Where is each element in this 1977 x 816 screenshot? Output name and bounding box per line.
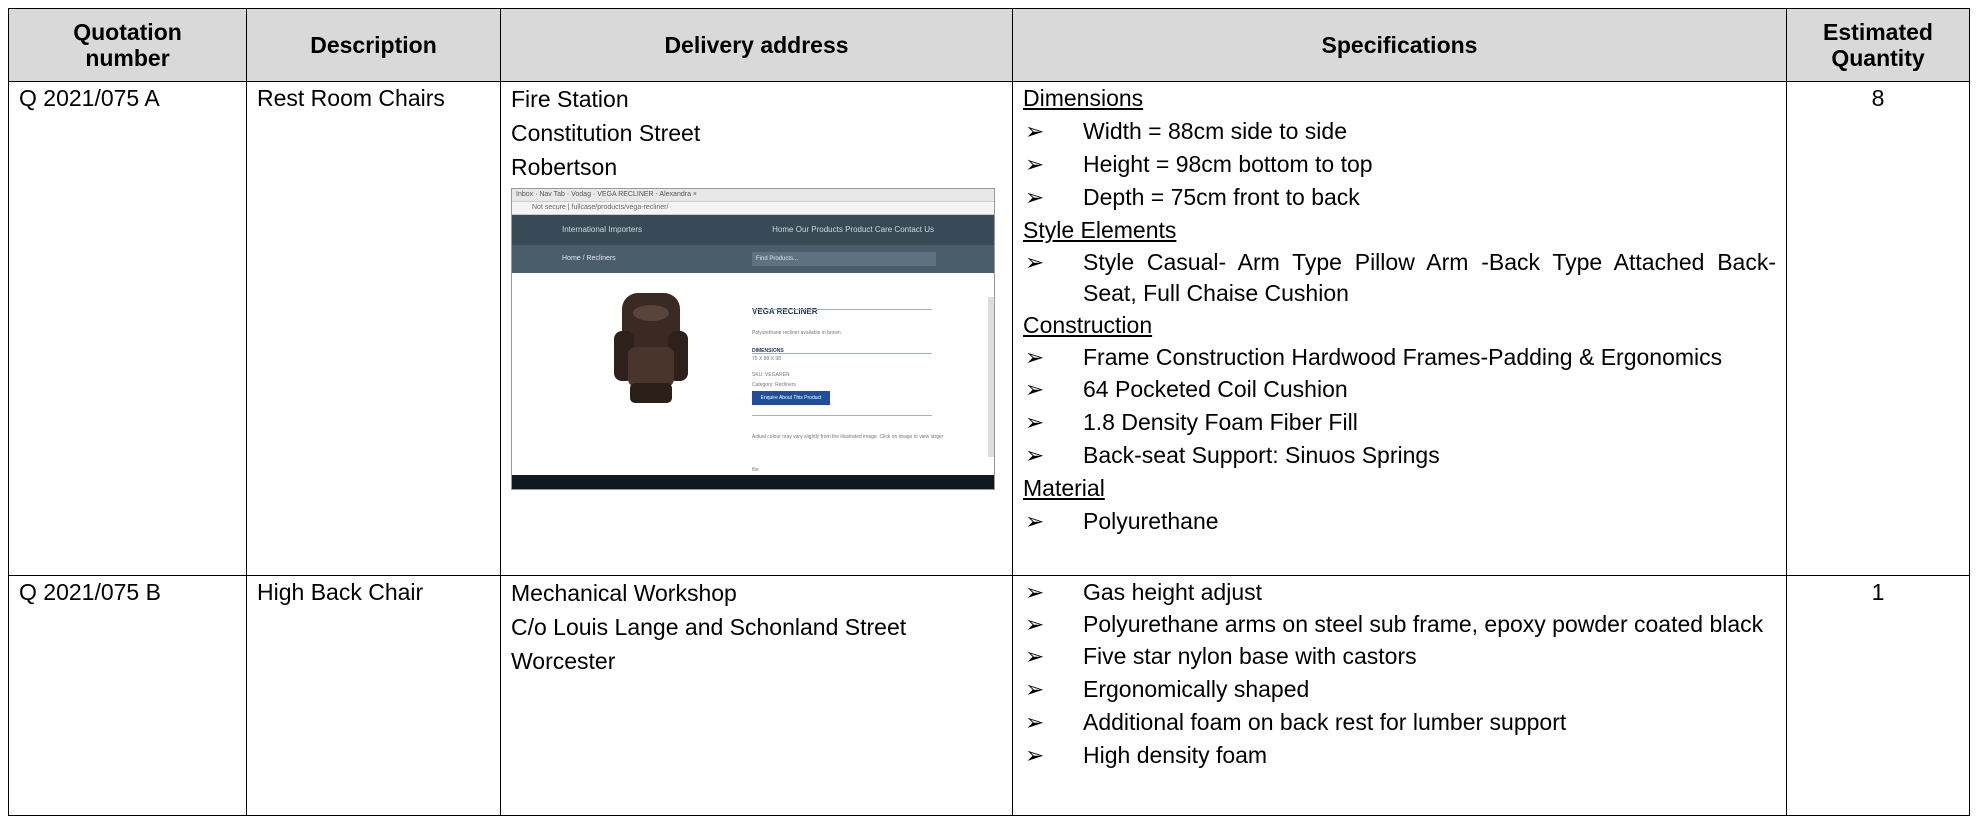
arrow-bullet-icon: ➢ xyxy=(1025,249,1045,275)
arrow-bullet-icon: ➢ xyxy=(1025,151,1045,177)
product-content: VEGA RECLINER Polyurethane recliner avai… xyxy=(512,273,994,473)
quotation-number-cell: Q 2021/075 A xyxy=(8,81,247,576)
divider xyxy=(752,415,932,416)
spec-heading: Dimensions xyxy=(1023,85,1144,111)
arrow-bullet-icon: ➢ xyxy=(1025,184,1045,210)
address-line: Mechanical Workshop xyxy=(511,580,737,606)
arrow-bullet-icon: ➢ xyxy=(1025,344,1045,370)
spec-item: ➢ Style Casual- Arm Type Pillow Arm -Back… xyxy=(1025,249,1776,306)
recliner-chair-icon xyxy=(614,293,688,403)
address-block: Mechanical Workshop C/o Louis Lange and … xyxy=(511,576,1002,678)
arrow-bullet-icon: ➢ xyxy=(1025,676,1045,702)
spec-item: ➢ Width = 88cm side to side xyxy=(1023,115,1776,148)
spec-item: ➢ High density foam xyxy=(1023,739,1776,772)
quantity-cell: 1 xyxy=(1786,575,1970,816)
browser-tabs: Inbox · Nav Tab · Vodag · VEGA RECLINER … xyxy=(512,189,994,202)
spec-item: ➢ Height = 98cm bottom to top xyxy=(1023,148,1776,181)
table-row: Q 2021/075 B High Back Chair Mechanical … xyxy=(8,575,1970,816)
browser-url-bar: Not secure | fullcase/products/vega-recl… xyxy=(512,202,994,215)
address-line: C/o Louis Lange and Schonland Street xyxy=(511,614,907,640)
spec-item: ➢ Additional foam on back rest for lumber… xyxy=(1023,706,1776,739)
spec-item: ➢ Polyurethane arms on steel sub frame, e… xyxy=(1023,609,1776,640)
arrow-bullet-icon: ➢ xyxy=(1025,709,1045,735)
spec-item: ➢ 64 Pocketed Coil Cushion xyxy=(1023,373,1776,406)
windows-taskbar xyxy=(512,475,994,489)
header-specifications: Specifications xyxy=(1012,8,1787,82)
header-row: Quotation number Description Delivery add… xyxy=(8,8,1970,82)
header-delivery-address: Delivery address xyxy=(500,8,1013,82)
spec-item: ➢ Polyurethane xyxy=(1023,505,1776,538)
site-nav: Home Our Products Product Care Contact U… xyxy=(772,225,934,234)
quotation-number-cell: Q 2021/075 B xyxy=(8,575,247,816)
description-cell: High Back Chair xyxy=(246,575,501,816)
spec-heading: Style Elements xyxy=(1023,217,1177,243)
spec-item: ➢ Back-seat Support: Sinuos Springs xyxy=(1023,439,1776,472)
scrollbar xyxy=(988,297,994,457)
spec-item: ➢ Ergonomically shaped xyxy=(1023,673,1776,706)
description-cell: Rest Room Chairs xyxy=(246,81,501,576)
arrow-bullet-icon: ➢ xyxy=(1025,611,1045,637)
divider xyxy=(752,309,932,310)
enquire-button: Enquire About This Product xyxy=(752,391,830,405)
address-block: Fire Station Constitution Street Roberts… xyxy=(511,82,1002,184)
spec-item: ➢ Gas height adjust xyxy=(1023,576,1776,609)
quantity-cell: 8 xyxy=(1786,81,1970,576)
spec-item: ➢ Frame Construction Hardwood Frames-Padd… xyxy=(1023,342,1776,373)
divider xyxy=(752,353,932,354)
site-header: International Importers Home Our Product… xyxy=(512,215,994,245)
arrow-bullet-icon: ➢ xyxy=(1025,579,1045,605)
spec-heading: Construction xyxy=(1023,312,1153,338)
breadcrumb: Home / Recliners xyxy=(562,255,616,262)
site-tagline: International Importers xyxy=(562,225,643,234)
spec-item: ➢ 1.8 Density Foam Fiber Fill xyxy=(1023,406,1776,439)
address-line: Robertson xyxy=(511,154,618,180)
header-description: Description xyxy=(246,8,501,82)
arrow-bullet-icon: ➢ xyxy=(1025,742,1045,768)
address-line: Constitution Street xyxy=(511,120,701,146)
specifications-cell: ➢ Gas height adjust ➢ Polyurethane arms on… xyxy=(1012,575,1787,816)
product-screenshot-image: Inbox · Nav Tab · Vodag · VEGA RECLINER … xyxy=(511,188,995,490)
arrow-bullet-icon: ➢ xyxy=(1025,442,1045,468)
find-products-field: Find Products... xyxy=(752,252,936,266)
arrow-bullet-icon: ➢ xyxy=(1025,643,1045,669)
table-row: Q 2021/075 A Rest Room Chairs Fire Stati… xyxy=(8,81,1970,576)
spec-heading: Material xyxy=(1023,475,1105,501)
quotation-table: Quotation number Description Delivery add… xyxy=(8,8,1970,816)
address-line: Worcester xyxy=(511,648,616,674)
header-estimated-quantity: Estimated Quantity xyxy=(1786,8,1970,82)
spec-item: ➢ Five star nylon base with castors xyxy=(1023,640,1776,673)
delivery-address-cell: Fire Station Constitution Street Roberts… xyxy=(500,81,1013,576)
arrow-bullet-icon: ➢ xyxy=(1025,508,1045,534)
address-line: Fire Station xyxy=(511,86,629,112)
specifications-cell: Dimensions ➢ Width = 88cm side to side ➢ H… xyxy=(1012,81,1787,576)
delivery-address-cell: Mechanical Workshop C/o Louis Lange and … xyxy=(500,575,1013,816)
spec-item: ➢ Depth = 75cm front to back xyxy=(1023,181,1776,214)
arrow-bullet-icon: ➢ xyxy=(1025,118,1045,144)
header-quotation-number: Quotation number xyxy=(8,8,247,82)
arrow-bullet-icon: ➢ xyxy=(1025,409,1045,435)
site-breadcrumb-bar: Home / Recliners Find Products... xyxy=(512,245,994,273)
arrow-bullet-icon: ➢ xyxy=(1025,376,1045,402)
